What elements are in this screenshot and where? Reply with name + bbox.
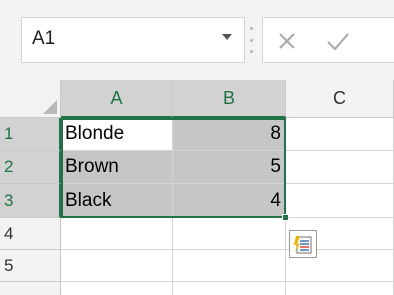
quick-analysis-button[interactable] — [289, 230, 317, 258]
row-header-2[interactable]: 2 — [0, 151, 61, 184]
formula-controls — [262, 17, 394, 63]
column-header-b[interactable]: B — [173, 80, 286, 118]
row-header-4[interactable]: 4 — [0, 218, 61, 250]
fill-handle[interactable] — [282, 214, 289, 221]
cell-b4[interactable] — [173, 218, 286, 250]
name-box-value: A1 — [32, 28, 56, 49]
cell-a2[interactable]: Brown — [61, 151, 173, 184]
row-header-5[interactable]: 5 — [0, 250, 61, 282]
cell-c1[interactable] — [286, 118, 394, 151]
select-all-triangle-icon — [43, 100, 57, 114]
cell-a5[interactable] — [61, 250, 173, 282]
cell-c2[interactable] — [286, 151, 394, 184]
cell-c6[interactable] — [286, 282, 394, 295]
quick-analysis-icon — [294, 236, 312, 254]
cell-a1[interactable]: Blonde — [61, 118, 173, 151]
spreadsheet-grid: A B C 1 Blonde 8 2 Brown 5 3 Black 4 4 5 — [0, 80, 394, 295]
column-header-a[interactable]: A — [61, 80, 173, 118]
name-box[interactable]: A1 — [21, 17, 245, 63]
cell-a4[interactable] — [61, 218, 173, 250]
close-icon[interactable] — [275, 29, 299, 53]
row-header-3[interactable]: 3 — [0, 184, 61, 218]
cell-c3[interactable] — [286, 184, 394, 218]
row-header-6[interactable] — [0, 282, 61, 295]
cell-b1[interactable]: 8 — [173, 118, 286, 151]
formula-bar-separator[interactable] — [250, 27, 253, 53]
cell-b6[interactable] — [173, 282, 286, 295]
column-header-c[interactable]: C — [286, 80, 394, 118]
row-header-1[interactable]: 1 — [0, 118, 61, 151]
formula-bar: A1 — [0, 0, 394, 80]
cell-a3[interactable]: Black — [61, 184, 173, 218]
cell-b2[interactable]: 5 — [173, 151, 286, 184]
checkmark-icon[interactable] — [325, 29, 351, 53]
cell-a6[interactable] — [61, 282, 173, 295]
chevron-down-icon[interactable] — [222, 34, 232, 40]
cell-b5[interactable] — [173, 250, 286, 282]
cell-b3[interactable]: 4 — [173, 184, 286, 218]
select-all-button[interactable] — [0, 80, 61, 118]
